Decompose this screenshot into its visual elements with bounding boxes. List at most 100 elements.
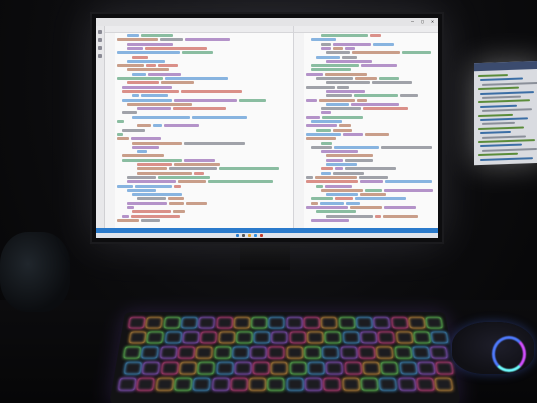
code-token — [306, 72, 323, 76]
code-token — [173, 107, 226, 111]
code-token — [127, 68, 169, 72]
keyboard-key — [408, 317, 426, 329]
code-token — [127, 59, 165, 63]
keyboard-key — [325, 331, 342, 344]
code-token — [355, 197, 406, 201]
code-token — [192, 115, 247, 119]
content-line — [478, 126, 524, 130]
code-token — [127, 188, 156, 192]
content-line — [480, 77, 523, 82]
code-token — [345, 46, 355, 50]
code-token — [316, 210, 356, 214]
extensions-icon — [98, 54, 102, 58]
content-line — [478, 86, 519, 91]
code-token — [361, 64, 397, 68]
keyboard-key — [338, 317, 355, 329]
keyboard-key — [145, 317, 163, 329]
keyboard-key — [198, 317, 215, 329]
code-token — [132, 145, 159, 149]
os-taskbar — [96, 233, 438, 238]
code-token — [320, 201, 344, 205]
code-token — [145, 46, 207, 50]
code-token — [306, 85, 335, 89]
code-token — [350, 206, 382, 209]
code-token — [153, 124, 162, 128]
code-token — [158, 64, 178, 68]
code-token — [169, 167, 217, 171]
gaming-mouse — [452, 322, 534, 374]
code-token — [321, 150, 358, 154]
keyboard-key — [271, 331, 288, 344]
keyboard-key — [232, 346, 249, 359]
code-token — [306, 175, 313, 179]
code-token — [321, 141, 332, 145]
keyboard-key — [216, 362, 233, 375]
code-token — [137, 171, 192, 175]
code-token — [333, 128, 352, 132]
code-token — [321, 34, 368, 37]
code-token — [132, 55, 148, 59]
code-token — [306, 124, 337, 128]
files-icon — [98, 30, 102, 34]
code-token — [315, 175, 357, 179]
keyboard-key — [268, 378, 285, 391]
code-token — [316, 77, 353, 80]
content-line — [480, 90, 534, 95]
code-token — [194, 171, 204, 175]
code-token — [385, 180, 432, 184]
code-token — [345, 158, 373, 162]
code-token — [351, 102, 399, 106]
code-token — [311, 197, 333, 201]
code-token — [117, 137, 129, 141]
start-icon — [236, 234, 239, 237]
code-token — [117, 38, 158, 42]
code-token — [137, 107, 171, 111]
keyboard-key — [234, 362, 252, 375]
desk-object-left — [0, 232, 70, 312]
taskbar-app-icon — [248, 234, 251, 237]
code-token — [122, 98, 172, 102]
content-line — [480, 143, 522, 148]
code-token — [311, 68, 351, 72]
keyboard-key — [271, 362, 288, 375]
content-line — [482, 147, 537, 152]
keyboard-key — [181, 317, 198, 329]
code-token — [122, 85, 172, 89]
code-token — [311, 218, 349, 222]
second-monitor-header — [474, 60, 537, 72]
code-token — [345, 167, 396, 171]
keyboard-key — [322, 346, 339, 359]
code-token — [400, 94, 418, 98]
code-token — [326, 163, 357, 166]
keyboard-key — [268, 346, 285, 359]
code-token — [117, 64, 144, 68]
code-token — [306, 180, 358, 184]
code-token — [321, 46, 331, 50]
code-token — [127, 206, 134, 209]
keyboard-key — [163, 317, 181, 329]
keyboard-key — [233, 317, 250, 329]
code-token — [127, 46, 143, 50]
keyboard-key — [286, 346, 303, 359]
keyboard-key — [399, 362, 417, 375]
keyboard-key — [394, 346, 412, 359]
code-token — [333, 42, 371, 46]
keyboard-key — [413, 331, 431, 344]
code-token — [122, 158, 182, 162]
keyboard-key — [304, 346, 321, 359]
code-token — [352, 51, 400, 55]
code-token — [161, 81, 194, 85]
keyboard-key — [286, 378, 304, 391]
keyboard-key — [435, 362, 454, 375]
code-token — [141, 94, 168, 98]
code-token — [360, 180, 383, 184]
code-token — [117, 51, 180, 55]
code-token — [306, 137, 336, 141]
editor-tab-bar — [294, 26, 438, 33]
code-token — [137, 163, 172, 166]
keyboard-key — [373, 317, 390, 329]
keyboard-key — [308, 362, 325, 375]
code-token — [337, 85, 349, 89]
photo-scene: – ▢ ✕ — [0, 0, 537, 403]
keyboard-key — [142, 362, 160, 375]
